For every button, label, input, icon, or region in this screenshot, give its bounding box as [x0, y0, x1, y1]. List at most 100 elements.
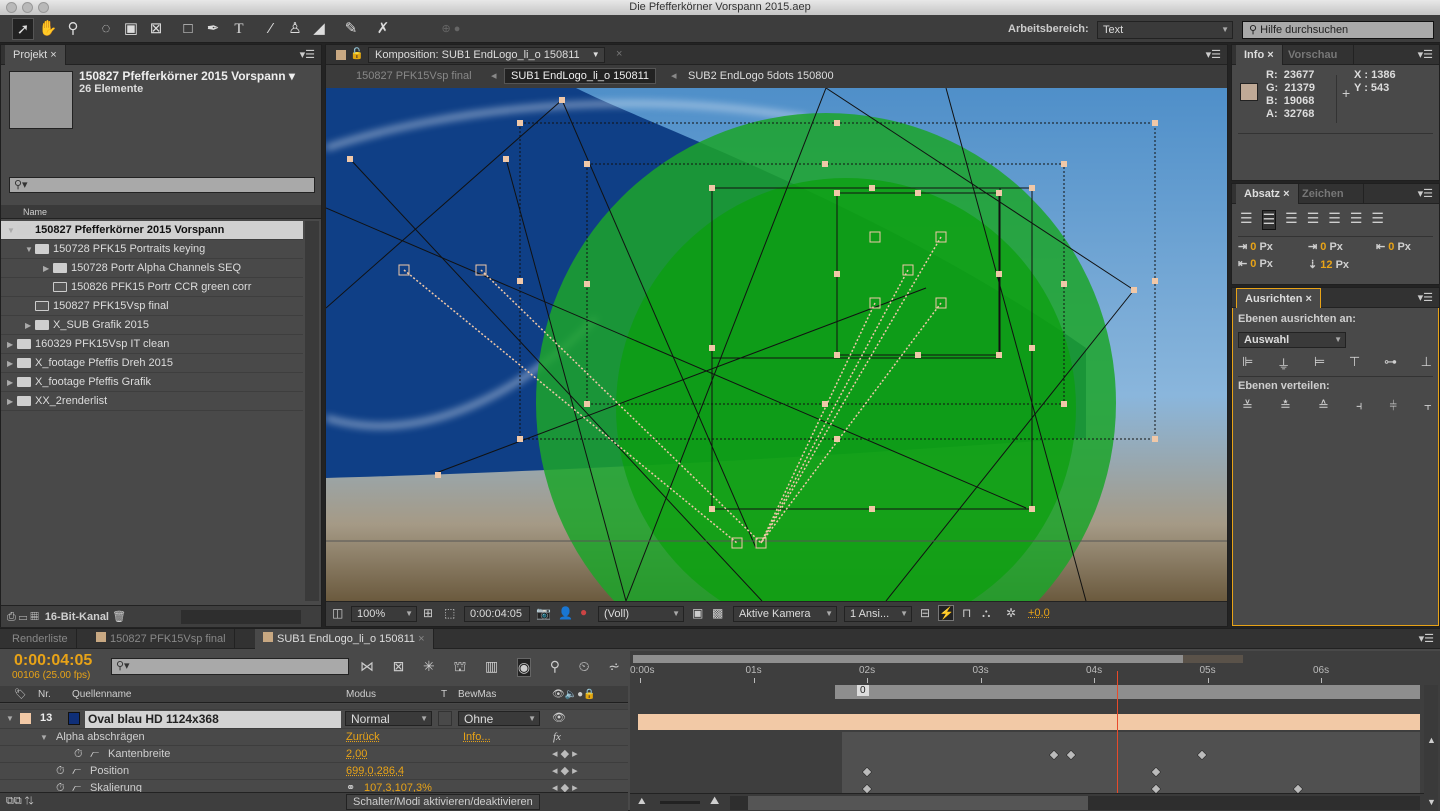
- panel-menu-icon[interactable]: ▾☰: [300, 48, 315, 61]
- layer-switches-icons[interactable]: ⧉⧉ ⇅: [6, 795, 34, 808]
- distribute-h-center-icon[interactable]: ⫩: [1390, 398, 1397, 414]
- stopwatch-icon[interactable]: ⏱: [56, 763, 65, 780]
- show-snapshot-icon[interactable]: 👤: [558, 606, 573, 620]
- expand-triangle-icon[interactable]: ▶: [7, 335, 17, 354]
- resolution-select[interactable]: (Voll) ▼: [598, 606, 684, 622]
- project-item-name[interactable]: 150827 Pfefferkörner 2015 Vorspann ▾: [79, 69, 295, 83]
- align-left-icon[interactable]: ☰: [1240, 210, 1253, 230]
- flowchart-icon[interactable]: ⛬: [982, 606, 990, 621]
- type-tool-icon[interactable]: T: [228, 18, 250, 40]
- expand-triangle-icon[interactable]: ▼: [6, 710, 16, 727]
- preserve-transparency-toggle[interactable]: [438, 711, 452, 726]
- always-preview-icon[interactable]: ◫: [332, 606, 343, 620]
- distribute-left-icon[interactable]: ⫞: [1356, 398, 1363, 414]
- camera-select[interactable]: Aktive Kamera ▼: [733, 606, 837, 622]
- graph-editor-icon[interactable]: ◉: [516, 658, 532, 677]
- expand-triangle-icon[interactable]: ▶: [7, 354, 17, 373]
- align-center-icon[interactable]: ☰: [1261, 210, 1277, 230]
- hand-tool-icon[interactable]: ✋: [37, 18, 59, 40]
- trash-icon[interactable]: 🗑: [112, 611, 126, 623]
- mask-visibility-icon[interactable]: ⬚: [444, 606, 455, 620]
- work-area-bar[interactable]: 0: [835, 685, 1420, 699]
- column-header-name[interactable]: Name: [1, 205, 321, 219]
- layer-row[interactable]: ▼ 13 Oval blau HD 1124x368 Normal ▼ Ohne ▼…: [0, 710, 628, 729]
- justify-left-icon[interactable]: ☰: [1307, 210, 1320, 230]
- graph-icon[interactable]: ⩫: [608, 658, 620, 677]
- effect-name[interactable]: Alpha abschrägen: [56, 729, 145, 746]
- indent-left-field[interactable]: ⇥ 0 Px: [1238, 240, 1273, 253]
- project-hscrollbar[interactable]: [181, 610, 301, 624]
- justify-right-icon[interactable]: ☰: [1350, 210, 1363, 230]
- toggle-switches-modes-button[interactable]: Schalter/Modi aktivieren/deaktivieren: [346, 794, 540, 810]
- tab-ausrichten[interactable]: Ausrichten ×: [1236, 288, 1321, 308]
- zoom-tool-icon[interactable]: ⚲: [62, 18, 84, 40]
- align-bottom-edges-icon[interactable]: ⊥: [1421, 354, 1432, 373]
- expand-triangle-icon[interactable]: ▶: [43, 259, 53, 278]
- align-right-edges-icon[interactable]: ⊨: [1314, 354, 1325, 373]
- project-search-input[interactable]: ⚲▾: [9, 177, 315, 193]
- keyframe-navigator[interactable]: ◂ ◆ ▸: [552, 763, 578, 780]
- timeline-hscrollbar[interactable]: [730, 796, 1420, 810]
- close-window-button[interactable]: [6, 2, 17, 13]
- align-left-edges-icon[interactable]: ⊫: [1242, 354, 1253, 373]
- tab-comp-final[interactable]: 150827 PFK15Vsp final: [88, 629, 235, 649]
- project-item[interactable]: ▶ X_footage Pfeffis Dreh 2015: [1, 354, 303, 373]
- space-before-field[interactable]: ⇤ 0 Px: [1238, 257, 1273, 270]
- project-item[interactable]: 150826 PFK15 Portr CCR green corr: [1, 278, 303, 297]
- tab-comp-sub1[interactable]: SUB1 EndLogo_li_o 150811 ×: [255, 629, 434, 649]
- shy-layers-icon[interactable]: ✳: [423, 658, 435, 677]
- property-value[interactable]: 699,0,286,4: [346, 763, 404, 780]
- draft-3d-icon[interactable]: ⊠: [393, 658, 405, 677]
- fast-previews-icon[interactable]: ⚡: [938, 605, 954, 621]
- snapshot-icon[interactable]: 📷: [536, 606, 551, 620]
- rotate-tool-icon[interactable]: ◌: [95, 18, 117, 40]
- interpret-footage-icon[interactable]: ⎙: [7, 611, 16, 623]
- brush-tool-icon[interactable]: ⁄: [260, 18, 282, 40]
- align-to-select[interactable]: Auswahl ▼: [1238, 332, 1346, 348]
- safe-zones-icon[interactable]: ⊞: [423, 606, 433, 620]
- flow-item[interactable]: 150827 PFK15Vsp final: [356, 65, 472, 87]
- align-v-center-icon[interactable]: ⊶: [1384, 354, 1397, 373]
- time-ruler[interactable]: 0:00s 01s 02s 03s 04s 05s 06s: [630, 665, 1420, 685]
- time-navigator[interactable]: [633, 655, 1183, 663]
- layer-duration-bar[interactable]: [638, 714, 1420, 730]
- clone-stamp-tool-icon[interactable]: ♙: [284, 18, 306, 40]
- comp-mini-flowchart-icon[interactable]: ⋈: [360, 658, 374, 677]
- blend-mode-select[interactable]: Normal ▼: [345, 711, 432, 726]
- timeline-track-area[interactable]: 0:00s 01s 02s 03s 04s 05s 06s 0 ▲ ▼ ⛰ ⛰: [630, 651, 1440, 811]
- pan-behind-tool-icon[interactable]: ⊠: [145, 18, 167, 40]
- project-item[interactable]: 150827 PFK15Vsp final: [1, 297, 303, 316]
- project-item[interactable]: ▶ XX_2renderlist: [1, 392, 303, 411]
- timeline-vscrollbar[interactable]: ▲ ▼: [1424, 685, 1438, 811]
- roto-brush-tool-icon[interactable]: ✎: [340, 18, 362, 40]
- flow-item[interactable]: SUB2 EndLogo 5dots 150800: [688, 65, 834, 87]
- timeline-search-input[interactable]: ⚲▾: [111, 658, 349, 675]
- new-comp-icon[interactable]: ▦: [30, 611, 38, 623]
- project-item[interactable]: ▶ X_footage Pfeffis Grafik: [1, 373, 303, 392]
- panel-menu-icon[interactable]: ▾☰: [1206, 48, 1221, 61]
- layer-name[interactable]: Oval blau HD 1124x368: [85, 711, 341, 728]
- col-source-name[interactable]: Quellenname: [72, 686, 131, 703]
- views-select[interactable]: 1 Ansi... ▼: [844, 606, 912, 622]
- tab-composition[interactable]: Komposition: SUB1 EndLogo_li_o 150811 ▼: [368, 47, 605, 63]
- project-item[interactable]: ▶ 150728 Portr Alpha Channels SEQ: [1, 259, 303, 278]
- property-value[interactable]: 2,00: [346, 746, 367, 763]
- indent-right-field[interactable]: ⇤ 0 Px: [1376, 240, 1411, 253]
- expand-triangle-icon[interactable]: ▶: [7, 392, 17, 411]
- fx-icon[interactable]: fx: [553, 729, 561, 746]
- tab-projekt[interactable]: Projekt ×: [5, 45, 66, 65]
- keyframe-navigator[interactable]: ◂ ◆ ▸: [552, 746, 578, 763]
- help-search-input[interactable]: ⚲ Hilfe durchsuchen: [1242, 21, 1434, 39]
- distribute-right-icon[interactable]: ⫟: [1424, 398, 1432, 414]
- align-right-icon[interactable]: ☰: [1285, 210, 1298, 230]
- puppet-pin-tool-icon[interactable]: ✗: [372, 18, 394, 40]
- panel-menu-icon[interactable]: ▾☰: [1419, 632, 1434, 645]
- project-scrollbar[interactable]: [305, 221, 319, 601]
- flow-item-current[interactable]: SUB1 EndLogo_li_o 150811: [504, 68, 657, 84]
- distribute-bottom-icon[interactable]: ≙: [1318, 398, 1329, 414]
- project-item[interactable]: ▼ 150728 PFK15 Portraits keying: [1, 240, 303, 259]
- project-item[interactable]: ▶ 160329 PFK15Vsp IT clean: [1, 335, 303, 354]
- frame-blending-icon[interactable]: ⛫: [453, 658, 466, 677]
- brainstorm-icon[interactable]: ⚲: [550, 658, 560, 677]
- panel-menu-icon[interactable]: ▾☰: [1418, 291, 1433, 304]
